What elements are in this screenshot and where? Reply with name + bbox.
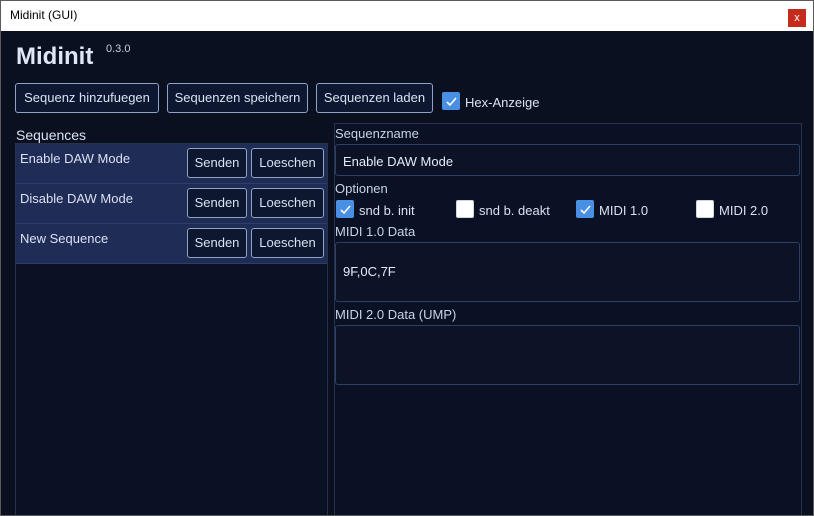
sequence-list: Enable DAW Mode Senden Loeschen Disable … <box>15 143 328 515</box>
checkmark-icon <box>340 205 351 215</box>
sequences-heading: Sequences <box>16 127 87 143</box>
midi2-checkbox[interactable] <box>696 200 714 218</box>
midi2-data-input[interactable] <box>335 325 800 385</box>
sequence-editor: Sequenzname Enable DAW Mode Optionen snd… <box>334 123 802 515</box>
sequence-row[interactable]: Disable DAW Mode Senden Loeschen <box>16 184 327 224</box>
close-button[interactable]: x <box>788 9 806 27</box>
window-title: Midinit (GUI) <box>10 8 78 22</box>
sequence-row[interactable]: New Sequence Senden Loeschen <box>16 224 327 264</box>
sequence-name-input[interactable]: Enable DAW Mode <box>335 144 800 176</box>
hex-display-label: Hex-Anzeige <box>465 95 540 110</box>
snd-deact-checkbox[interactable] <box>456 200 474 218</box>
snd-init-label: snd b. init <box>359 203 415 218</box>
send-button[interactable]: Senden <box>187 228 247 258</box>
sequence-name: Disable DAW Mode <box>20 191 133 206</box>
sequence-name-label: Sequenzname <box>335 126 419 141</box>
midi2-data-label: MIDI 2.0 Data (UMP) <box>335 307 457 322</box>
snd-init-checkbox[interactable] <box>336 200 354 218</box>
delete-button[interactable]: Loeschen <box>251 148 324 178</box>
add-sequence-button[interactable]: Sequenz hinzufuegen <box>15 83 159 113</box>
snd-deact-label: snd b. deakt <box>479 203 550 218</box>
hex-display-checkbox[interactable] <box>442 92 460 110</box>
delete-button[interactable]: Loeschen <box>251 228 324 258</box>
options-label: Optionen <box>335 181 388 196</box>
app-window: Midinit (GUI) x Midinit 0.3.0 Sequenz hi… <box>0 0 814 516</box>
midi2-label: MIDI 2.0 <box>719 203 769 218</box>
close-icon: x <box>794 12 800 24</box>
delete-button[interactable]: Loeschen <box>251 188 324 218</box>
app-version: 0.3.0 <box>106 43 131 55</box>
send-button[interactable]: Senden <box>187 148 247 178</box>
midi1-checkbox[interactable] <box>576 200 594 218</box>
midi1-data-input[interactable]: 9F,0C,7F <box>335 242 800 302</box>
sequence-row[interactable]: Enable DAW Mode Senden Loeschen <box>16 144 327 184</box>
app-name: Midinit <box>16 43 94 70</box>
checkmark-icon <box>446 97 457 107</box>
send-button[interactable]: Senden <box>187 188 247 218</box>
checkmark-icon <box>580 205 591 215</box>
midi1-label: MIDI 1.0 <box>599 203 649 218</box>
save-sequences-button[interactable]: Sequenzen speichern <box>167 83 308 113</box>
midi1-data-label: MIDI 1.0 Data <box>335 224 416 239</box>
sequence-name: New Sequence <box>20 231 109 246</box>
title-bar[interactable]: Midinit (GUI) x <box>1 1 813 31</box>
sequence-name: Enable DAW Mode <box>20 151 131 166</box>
load-sequences-button[interactable]: Sequenzen laden <box>316 83 433 113</box>
